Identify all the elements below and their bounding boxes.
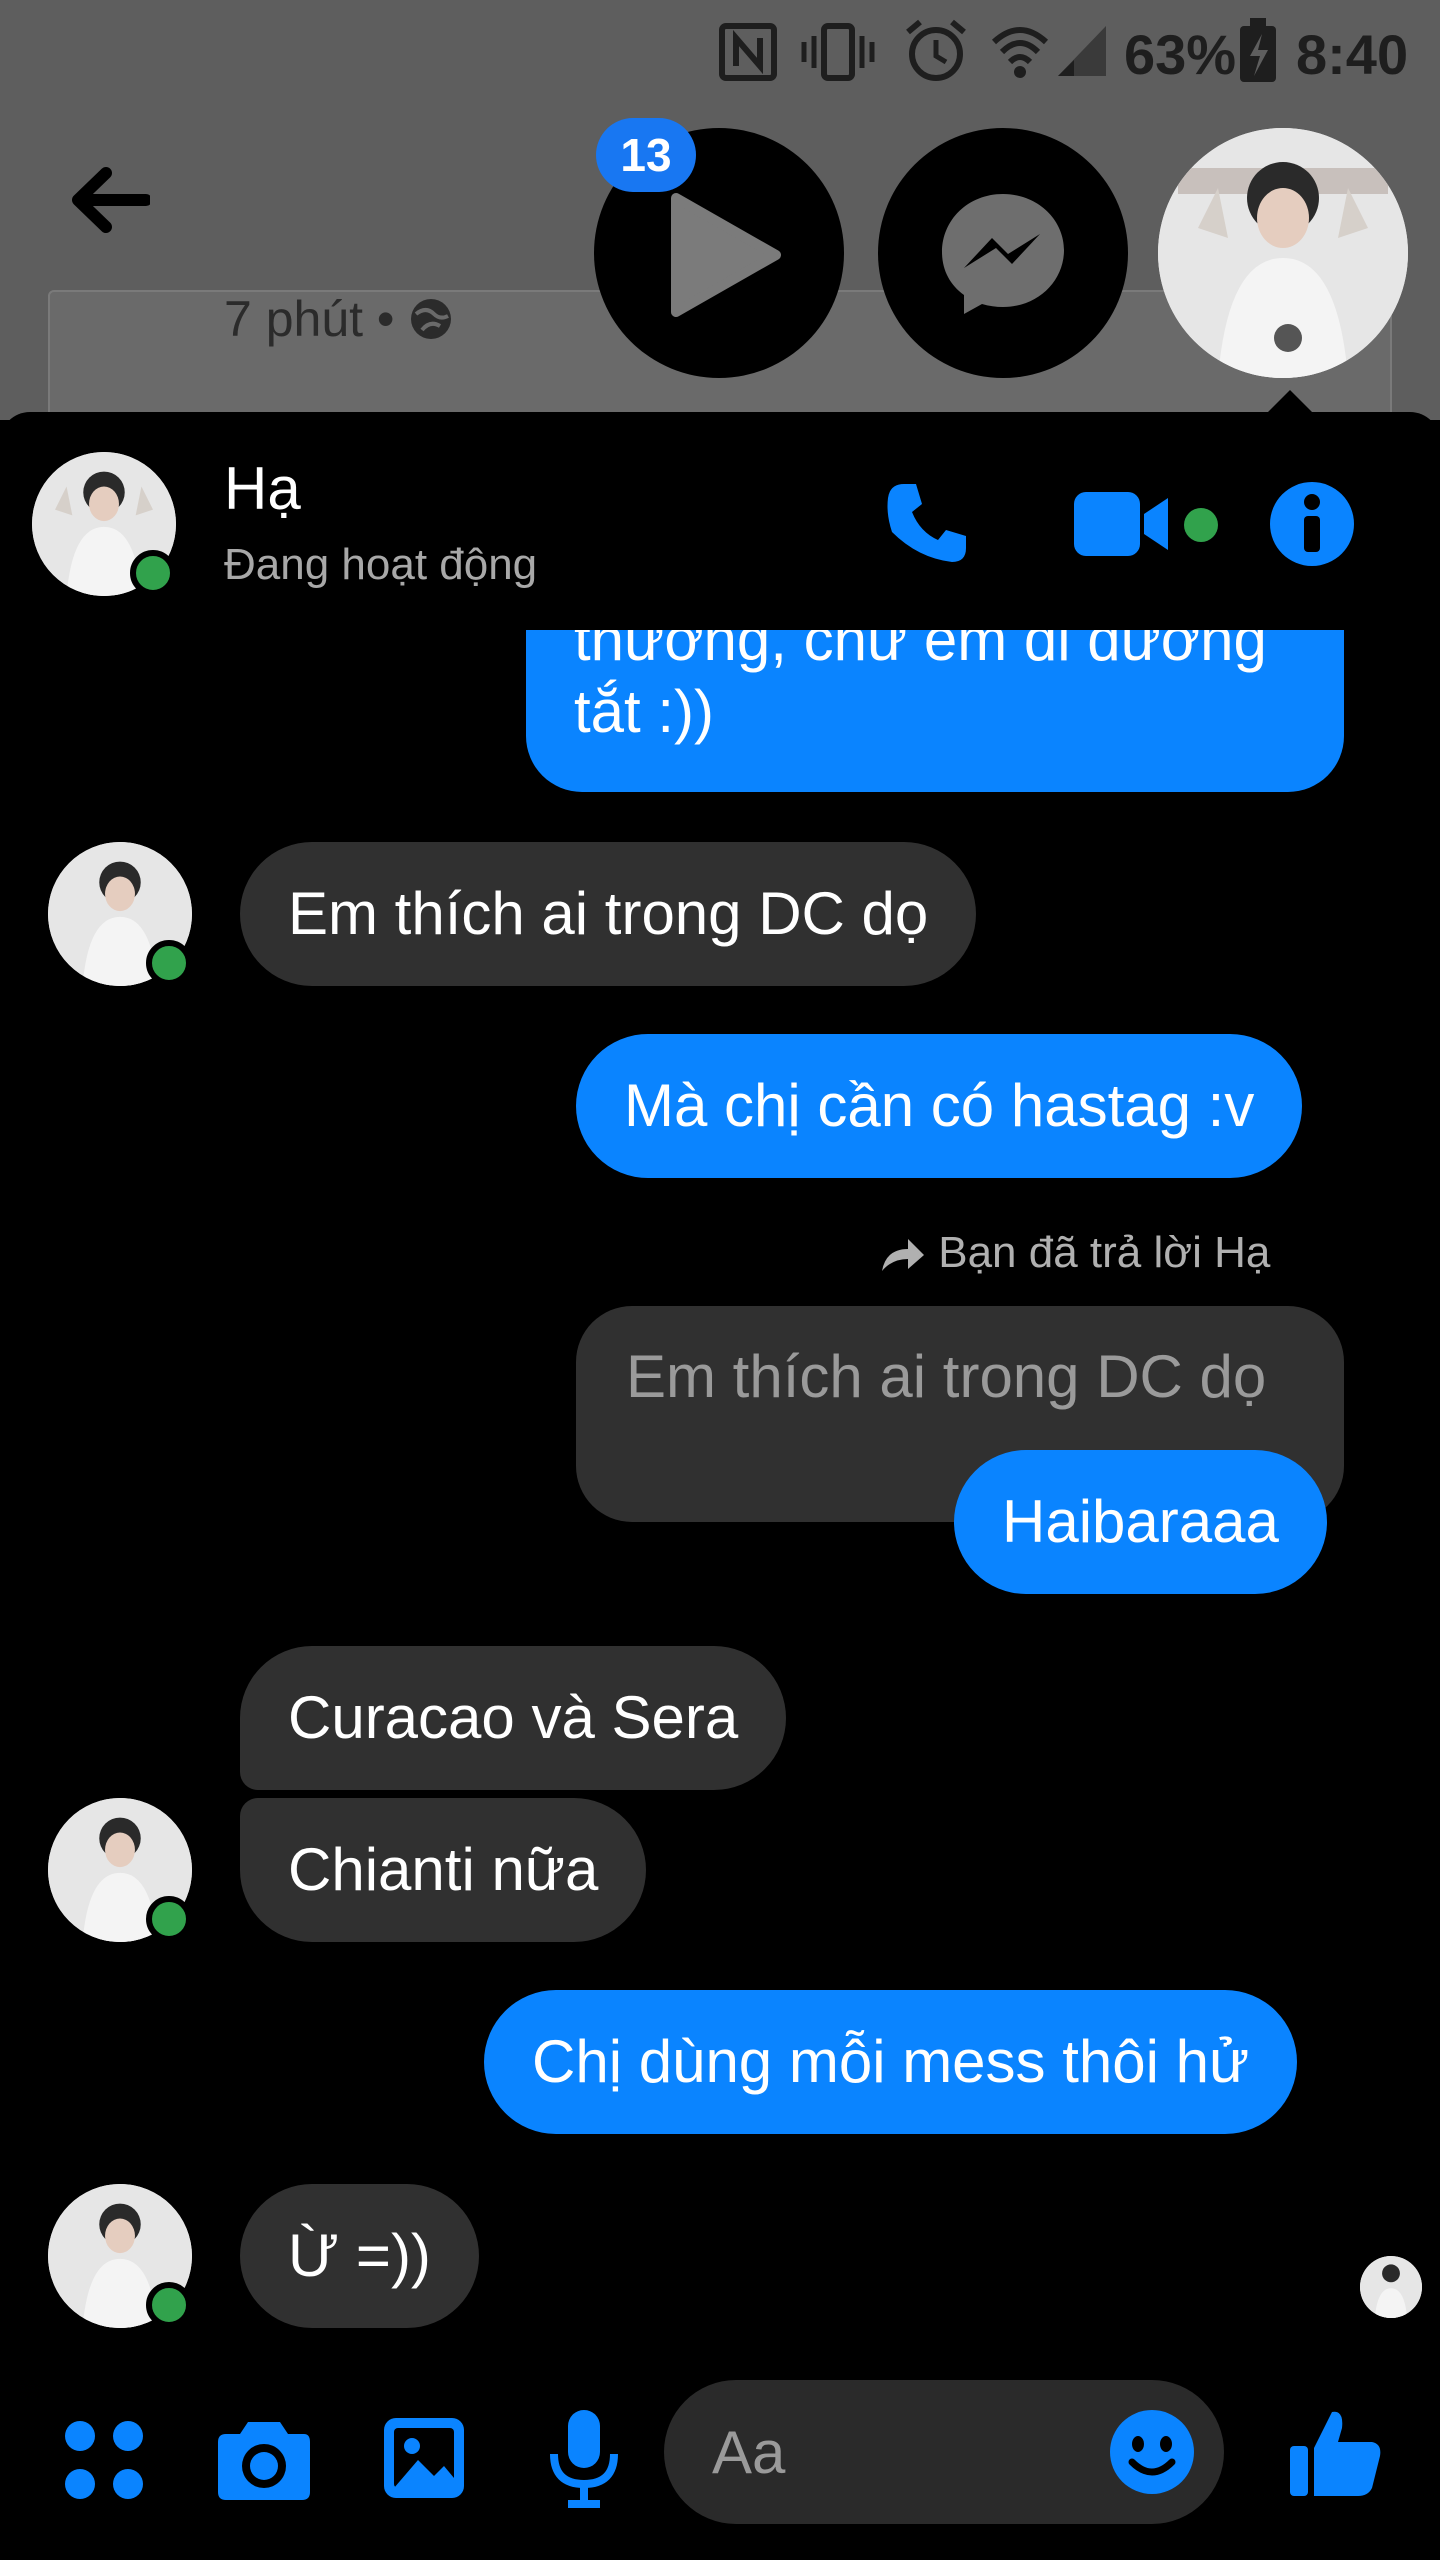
globe-icon [411, 299, 452, 339]
status-bar: 63% 8:40 [0, 0, 1440, 104]
info-icon[interactable] [1268, 480, 1356, 568]
vibrate-icon [801, 23, 875, 81]
incoming-message[interactable]: Ừ =)) [240, 2184, 479, 2328]
background-post-time: 7 phút • [224, 290, 454, 348]
like-thumbs-up-icon[interactable] [1288, 2404, 1384, 2500]
contact-photo [1158, 128, 1408, 378]
reply-arrow-icon [882, 1239, 924, 1271]
outgoing-message[interactable]: Haibaraaa [954, 1450, 1327, 1594]
message-input-placeholder: Aa [712, 2419, 786, 2486]
messenger-icon [942, 194, 1064, 314]
play-icon [671, 193, 781, 317]
gallery-icon[interactable] [382, 2416, 466, 2500]
avatar-photo [1360, 2256, 1422, 2318]
outgoing-message[interactable]: Mà chị cần có hastag :v [576, 1034, 1303, 1178]
back-arrow-icon[interactable] [70, 165, 150, 235]
messenger-chat-head[interactable] [878, 128, 1128, 378]
nfc-icon [719, 23, 777, 81]
post-time-text: 7 phút • [224, 291, 395, 347]
incoming-message[interactable]: Chianti nữa [240, 1798, 647, 1942]
microphone-icon[interactable] [548, 2408, 620, 2508]
clock: 8:40 [1296, 23, 1409, 86]
contact-chat-head[interactable] [1158, 128, 1408, 378]
phone-call-icon[interactable] [882, 478, 972, 568]
seen-receipt-avatar [1360, 2256, 1422, 2318]
more-apps-icon[interactable] [62, 2418, 146, 2502]
battery-charging-icon [1240, 18, 1276, 82]
online-indicator [146, 940, 192, 986]
contact-status: Đang hoạt động [224, 540, 538, 589]
battery-percent: 63% [1124, 23, 1237, 86]
wifi-icon [991, 27, 1049, 78]
reply-note-text: Bạn đã trả lời Hạ [938, 1228, 1271, 1277]
online-indicator [130, 550, 176, 596]
notification-badge: 13 [596, 118, 696, 192]
online-indicator [146, 1896, 192, 1942]
reply-note: Bạn đã trả lời Hạ [878, 1228, 1270, 1278]
outgoing-message[interactable]: Chị dùng mỗi mess thôi hử [484, 1990, 1298, 2134]
video-active-dot [1184, 508, 1218, 542]
alarm-icon [906, 19, 966, 81]
incoming-message[interactable]: Em thích ai trong DC dọ [240, 842, 977, 986]
camera-icon[interactable] [216, 2416, 312, 2502]
outgoing-message[interactable]: thương, chứ em đi đường tắt :)) [526, 630, 1344, 792]
contact-name[interactable]: Hạ [224, 454, 301, 523]
emoji-icon[interactable] [1108, 2408, 1196, 2496]
online-indicator [146, 2282, 192, 2328]
incoming-message[interactable]: Curacao và Sera [240, 1646, 787, 1790]
video-call-icon[interactable] [1072, 488, 1172, 560]
signal-icon [1058, 26, 1106, 76]
